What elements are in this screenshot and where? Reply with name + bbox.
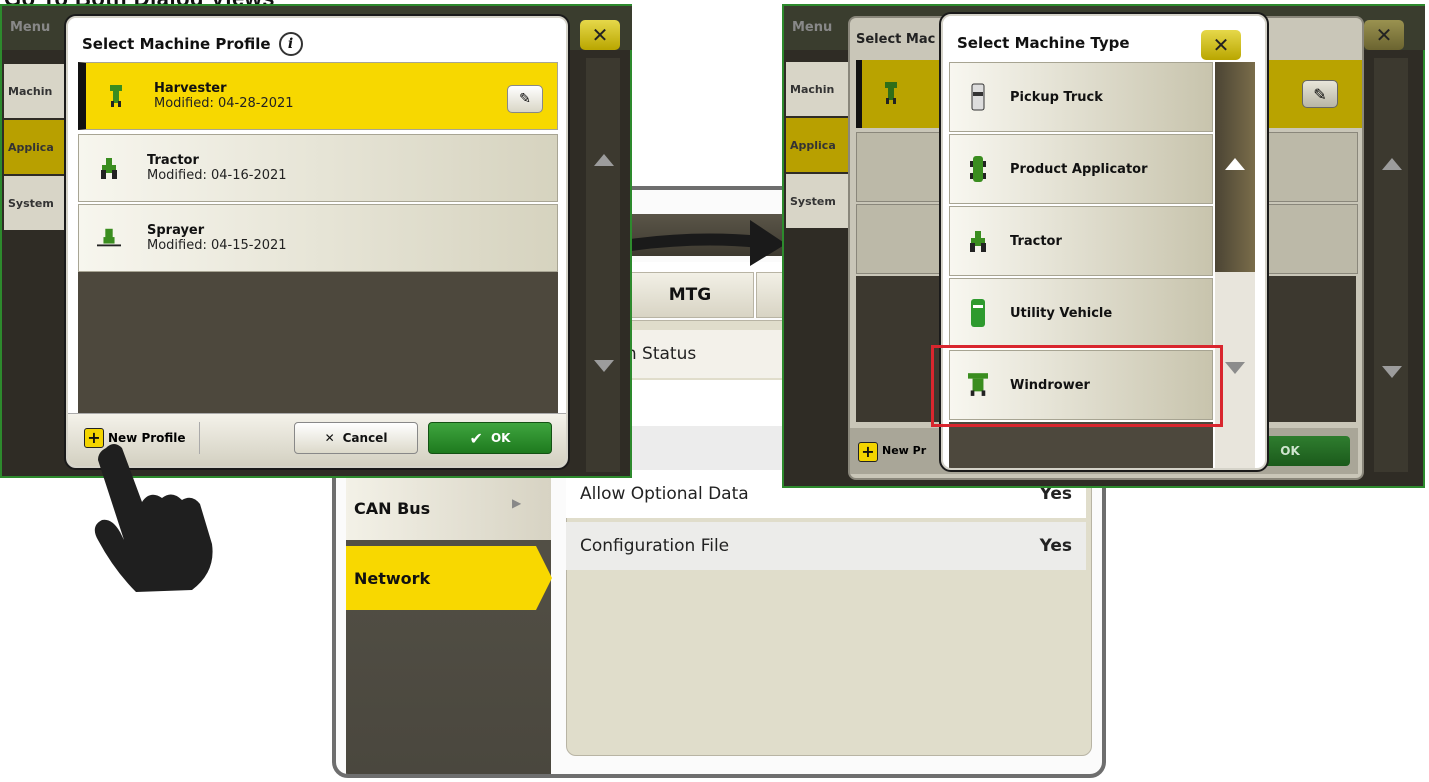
close-button[interactable]: ✕ <box>1364 20 1404 50</box>
close-icon: ✕ <box>1375 23 1393 47</box>
profile-name: Tractor <box>147 153 199 168</box>
tractor-icon <box>97 156 121 180</box>
pointing-hand-icon <box>94 444 213 592</box>
type-row-tractor[interactable]: Tractor <box>949 206 1213 276</box>
pencil-icon: ✎ <box>1313 84 1327 104</box>
sidebar-item-label: CAN Bus <box>354 498 431 518</box>
sidebar-item-machine[interactable]: Machin <box>786 62 850 116</box>
sidebar-item-label: Applica <box>790 138 836 152</box>
close-icon: ✕ <box>591 23 609 47</box>
row-value: Yes <box>1039 536 1072 556</box>
scroll-down-icon[interactable] <box>1225 362 1245 374</box>
profile-modified: Modified: 04-15-2021 <box>147 238 287 253</box>
close-button[interactable]: ✕ <box>580 20 620 50</box>
sidebar-item-system[interactable]: System <box>4 176 72 230</box>
edit-profile-button[interactable]: ✎ <box>507 85 543 113</box>
scroll-up-icon[interactable] <box>1382 158 1402 170</box>
sidebar-item-label: System <box>790 194 836 208</box>
highlight-windrower <box>931 345 1223 427</box>
scroll-up-icon[interactable] <box>1225 158 1245 170</box>
plus-icon: + <box>858 442 878 462</box>
sprayer-icon <box>97 225 121 251</box>
dialog-title-text: Select Machine Type <box>957 34 1130 52</box>
ok-label: OK <box>1280 444 1300 458</box>
profile-modified: Modified: 04-28-2021 <box>154 96 294 111</box>
selected-arrow-icon <box>536 546 552 610</box>
type-row-product-applicator[interactable]: Product Applicator <box>949 134 1213 204</box>
scroll-down-icon[interactable] <box>1382 366 1402 378</box>
row-label: Allow Optional Data <box>580 484 749 504</box>
cancel-button[interactable]: ✕ Cancel <box>294 422 418 454</box>
scrollbar[interactable] <box>1374 58 1408 472</box>
sidebar-item-label: Machin <box>8 84 53 98</box>
sidebar-item-label: Applica <box>8 140 54 154</box>
type-label: Pickup Truck <box>1010 89 1103 105</box>
type-row-utility-vehicle[interactable]: Utility Vehicle <box>949 278 1213 348</box>
harvester-icon <box>104 83 128 109</box>
empty-list-area <box>78 272 558 418</box>
edit-profile-button[interactable]: ✎ <box>1302 80 1338 108</box>
sidebar-item-applications[interactable]: Applica <box>786 118 850 172</box>
scrollbar[interactable] <box>586 58 620 472</box>
utility-vehicle-icon <box>968 298 988 328</box>
profile-name: Harvester <box>154 81 227 96</box>
dialog-title-text: Select Mac <box>856 32 936 47</box>
sidebar-item-machine[interactable]: Machin <box>4 64 72 118</box>
scroll-up-icon[interactable] <box>594 154 614 166</box>
type-label: Product Applicator <box>1010 161 1148 177</box>
tab-mtg[interactable]: MTG <box>626 272 754 318</box>
profile-row-sprayer[interactable]: Sprayer Modified: 04-15-2021 <box>78 204 558 272</box>
sidebar-item-system[interactable]: System <box>786 174 850 228</box>
close-icon: ✕ <box>1212 33 1230 57</box>
type-label: Tractor <box>1010 233 1062 249</box>
tractor-icon <box>968 229 988 253</box>
sidebar-item-label: Machin <box>790 82 835 96</box>
type-row-pickup-truck[interactable]: Pickup Truck <box>949 62 1213 132</box>
profile-name: Sprayer <box>147 223 205 238</box>
pickup-truck-icon <box>968 83 988 111</box>
profile-row-tractor[interactable]: Tractor Modified: 04-16-2021 <box>78 134 558 202</box>
row-label: Configuration File <box>580 536 730 556</box>
configuration-file-row[interactable]: Configuration File Yes <box>566 522 1086 570</box>
new-profile-label: New Pr <box>882 444 927 457</box>
info-icon[interactable]: i <box>278 32 303 56</box>
profile-row-harvester[interactable]: Harvester Modified: 04-28-2021 ✎ <box>78 62 558 130</box>
product-applicator-icon <box>968 155 988 183</box>
menu-label: Menu <box>10 20 51 35</box>
type-label: Utility Vehicle <box>1010 305 1113 321</box>
ok-label: OK <box>490 431 511 445</box>
pencil-icon: ✎ <box>519 91 531 107</box>
select-machine-profile-dialog: Select Machine Profile i Harvester Modif… <box>66 16 568 468</box>
profile-modified: Modified: 04-16-2021 <box>147 168 287 183</box>
harvester-icon <box>882 80 900 110</box>
sidebar-item-label: System <box>8 196 54 210</box>
menu-label: Menu <box>792 20 833 35</box>
sidebar-item-applications[interactable]: Applica <box>4 120 72 174</box>
ok-button[interactable]: ✔ OK <box>428 422 552 454</box>
close-icon: ✕ <box>324 431 335 445</box>
close-button[interactable]: ✕ <box>1201 30 1241 60</box>
dialog-title-text: Select Machine Profile <box>82 35 271 53</box>
cancel-label: Cancel <box>342 431 388 445</box>
sidebar-item-label: Network <box>354 568 431 588</box>
checkmark-icon: ✔ <box>469 428 483 448</box>
chevron-right-icon: ▶ <box>512 496 522 510</box>
empty-list-area <box>949 422 1213 468</box>
scroll-down-icon[interactable] <box>594 360 614 372</box>
sidebar-item-network[interactable]: Network <box>346 546 536 610</box>
